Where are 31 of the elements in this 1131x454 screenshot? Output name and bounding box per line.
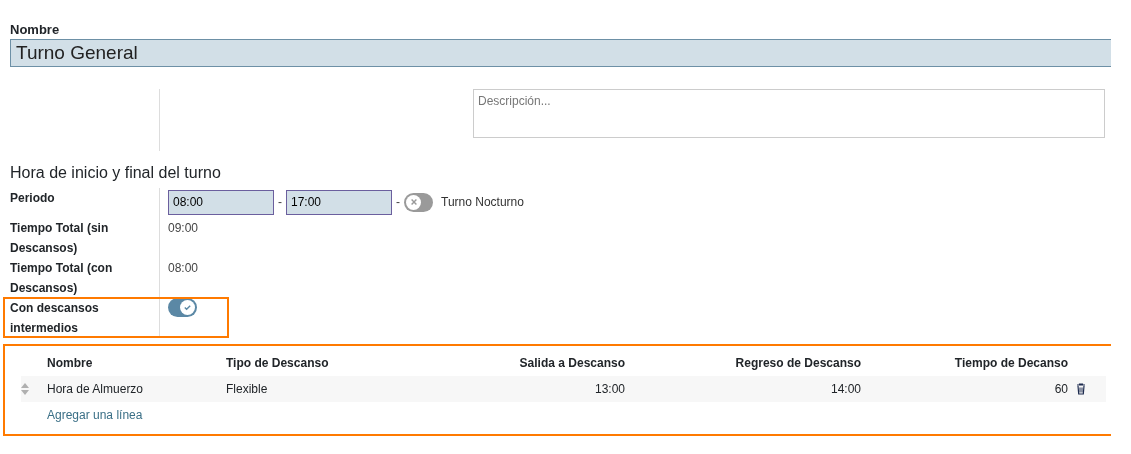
description-field[interactable]: Descripción...	[473, 89, 1105, 138]
start-time-field[interactable]: 08:00	[168, 189, 274, 215]
field-label: Tiempo Total (con Descansos)	[10, 261, 113, 295]
field-value: 08:00	[168, 261, 199, 275]
check-icon	[183, 303, 192, 312]
table-cell-text: Hora de Almuerzo	[47, 382, 145, 396]
drag-handle-icon[interactable]	[21, 383, 29, 395]
table-cell-text: 14:00	[829, 382, 861, 396]
name-field[interactable]: Turno General	[10, 39, 1111, 67]
column-header[interactable]: Salida a Descanso	[386, 356, 625, 370]
field-label: Nombre	[10, 22, 61, 37]
end-time-field[interactable]: 17:00	[286, 189, 392, 215]
separator: -	[396, 194, 400, 211]
field-label: Periodo	[10, 191, 55, 205]
delete-icon[interactable]	[1076, 383, 1086, 395]
table-cell-text: 13:00	[593, 382, 625, 396]
close-icon	[409, 198, 418, 206]
toggle-label: Turno Nocturno	[441, 194, 524, 211]
add-line-link[interactable]: Agregar una línea	[47, 408, 143, 422]
column-header[interactable]: Nombre	[47, 356, 226, 370]
night-shift-toggle[interactable]	[404, 192, 433, 212]
column-header[interactable]: Tipo de Descanso	[226, 356, 386, 370]
separator: -	[278, 194, 282, 211]
field-label: Con descansos intermedios	[10, 301, 99, 335]
section-title: Hora de inicio y final del turno	[10, 164, 222, 182]
column-header[interactable]: Regreso de Descanso	[625, 356, 861, 370]
table-cell-text: 60	[1053, 382, 1068, 396]
table-cell-text: Flexible	[226, 382, 269, 396]
column-header[interactable]: Tiempo de Decanso	[861, 356, 1068, 370]
field-label: Tiempo Total (sin Descansos)	[10, 221, 109, 255]
field-value: 09:00	[168, 221, 199, 235]
